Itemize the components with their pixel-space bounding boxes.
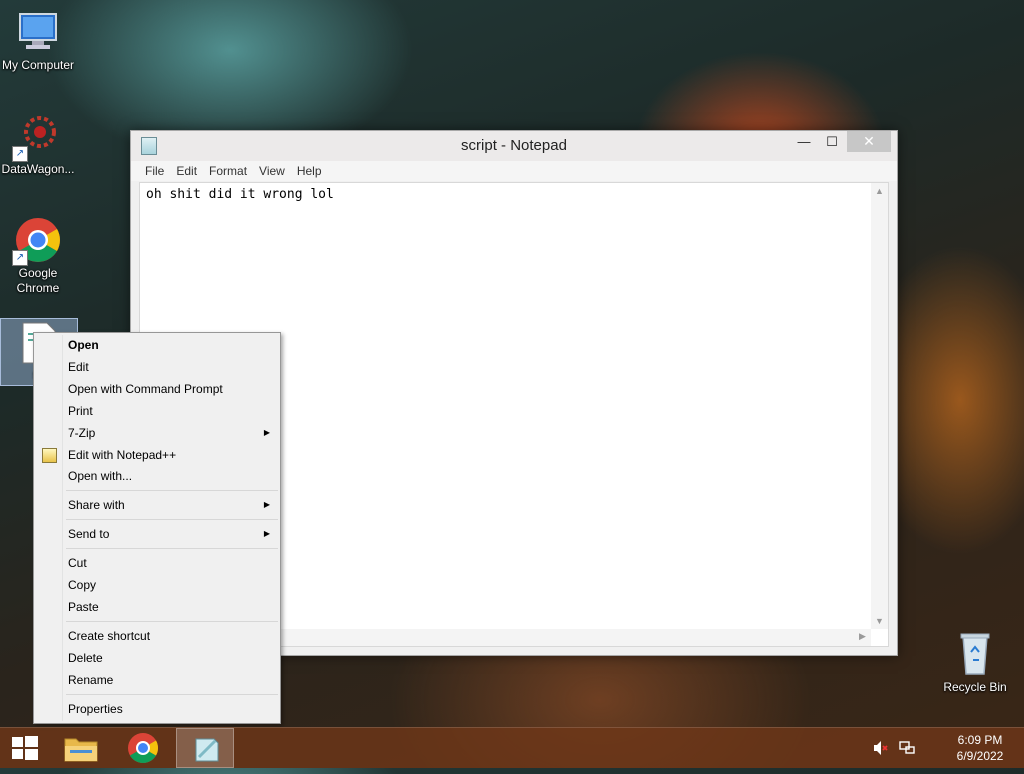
menu-bar: File Edit Format View Help — [131, 161, 897, 181]
menu-item-open[interactable]: Open — [36, 334, 278, 356]
taskbar-notepad[interactable] — [176, 728, 234, 768]
start-button[interactable] — [0, 728, 58, 768]
datawagon-icon: ↗ — [12, 112, 62, 162]
clock[interactable]: 6:09 PM 6/9/2022 — [940, 732, 1020, 764]
menu-item-7zip[interactable]: 7-Zip ▶ — [36, 422, 278, 444]
desktop-icon-google-chrome[interactable]: ↗ Google Chrome — [0, 216, 76, 296]
submenu-arrow-icon: ▶ — [263, 428, 270, 437]
menu-item-label: 7-Zip — [68, 426, 96, 440]
windows-logo-icon — [12, 736, 38, 760]
menu-item-share-with[interactable]: Share with ▶ — [36, 494, 278, 516]
desktop-icon-recycle-bin[interactable]: Recycle Bin — [936, 630, 1014, 695]
shortcut-arrow-icon: ↗ — [12, 250, 28, 266]
menu-item-copy[interactable]: Copy — [36, 574, 278, 596]
clock-date: 6/9/2022 — [956, 749, 1004, 763]
menu-item-rename[interactable]: Rename — [36, 669, 278, 691]
menu-edit[interactable]: Edit — [170, 161, 203, 178]
scroll-right-icon[interactable]: ▶ — [854, 631, 871, 642]
menu-item-label: Send to — [68, 527, 110, 541]
recycle-bin-icon — [951, 630, 999, 678]
desktop-icon-label: Recycle Bin — [943, 680, 1007, 694]
taskbar-chrome[interactable] — [114, 728, 172, 768]
menu-separator — [66, 548, 278, 549]
folder-icon — [64, 738, 98, 762]
submenu-arrow-icon: ▶ — [263, 500, 270, 509]
menu-item-delete[interactable]: Delete — [36, 647, 278, 669]
menu-item-label: Share with — [68, 498, 125, 512]
chrome-icon: ↗ — [12, 216, 62, 266]
title-bar[interactable]: script - Notepad — ☐ ✕ — [131, 131, 897, 161]
menu-item-label: Copy — [68, 578, 97, 592]
menu-help[interactable]: Help — [291, 161, 328, 178]
menu-item-label: Properties — [68, 702, 123, 716]
close-button[interactable]: ✕ — [847, 131, 891, 152]
menu-separator — [66, 694, 278, 695]
scroll-up-icon[interactable]: ▲ — [871, 186, 888, 196]
menu-item-label: Print — [68, 404, 93, 418]
editor-text[interactable]: oh shit did it wrong lol — [146, 187, 334, 202]
menu-separator — [66, 519, 278, 520]
clock-time: 6:09 PM — [957, 733, 1003, 747]
menu-item-edit[interactable]: Edit — [36, 356, 278, 378]
desktop-icon-my-computer[interactable]: My Computer — [0, 8, 76, 73]
scroll-down-icon[interactable]: ▼ — [871, 616, 888, 626]
desktop-icon-label: My Computer — [1, 58, 75, 72]
desktop-icon-label: DataWagon... — [1, 162, 75, 176]
menu-file[interactable]: File — [139, 161, 170, 178]
window-title: script - Notepad — [461, 137, 567, 154]
menu-item-label: Open — [68, 338, 99, 352]
notepad-icon — [195, 738, 219, 762]
notepad-plus-plus-icon — [42, 448, 57, 463]
menu-item-edit-with-notepad-plus-plus[interactable]: Edit with Notepad++ — [36, 444, 278, 466]
submenu-arrow-icon: ▶ — [263, 529, 270, 538]
network-icon[interactable] — [898, 740, 916, 759]
menu-item-label: Open with... — [68, 469, 133, 483]
vertical-scrollbar[interactable]: ▲ ▼ — [871, 183, 888, 629]
menu-item-label: Create shortcut — [68, 629, 151, 643]
menu-item-label: Open with Command Prompt — [68, 382, 223, 396]
menu-item-label: Delete — [68, 651, 103, 665]
maximize-button[interactable]: ☐ — [817, 131, 847, 152]
menu-item-open-with-command-prompt[interactable]: Open with Command Prompt — [36, 378, 278, 400]
menu-item-label: Edit — [68, 360, 89, 374]
volume-muted-icon[interactable] — [872, 740, 890, 759]
desktop-icon-datawagon[interactable]: ↗ DataWagon... — [0, 112, 76, 177]
menu-item-cut[interactable]: Cut — [36, 552, 278, 574]
minimize-button[interactable]: — — [789, 131, 819, 152]
menu-item-label: Edit with Notepad++ — [68, 448, 177, 462]
shortcut-arrow-icon: ↗ — [12, 146, 28, 162]
menu-item-label: Paste — [68, 600, 99, 614]
menu-separator — [66, 490, 278, 491]
menu-item-properties[interactable]: Properties — [36, 698, 278, 720]
chrome-icon — [128, 733, 159, 764]
taskbar: 6:09 PM 6/9/2022 — [0, 727, 1024, 768]
menu-item-print[interactable]: Print — [36, 400, 278, 422]
computer-icon — [14, 8, 62, 56]
menu-item-send-to[interactable]: Send to ▶ — [36, 523, 278, 545]
menu-item-create-shortcut[interactable]: Create shortcut — [36, 625, 278, 647]
menu-view[interactable]: View — [253, 161, 291, 178]
context-menu: Open Edit Open with Command Prompt Print… — [33, 332, 281, 724]
taskbar-file-explorer[interactable] — [52, 728, 110, 768]
desktop-icon-label: Google Chrome — [16, 266, 60, 295]
menu-separator — [66, 621, 278, 622]
menu-item-open-with[interactable]: Open with... — [36, 465, 278, 487]
menu-format[interactable]: Format — [203, 161, 253, 178]
menu-item-label: Rename — [68, 673, 114, 687]
menu-item-label: Cut — [68, 556, 87, 570]
menu-item-paste[interactable]: Paste — [36, 596, 278, 618]
